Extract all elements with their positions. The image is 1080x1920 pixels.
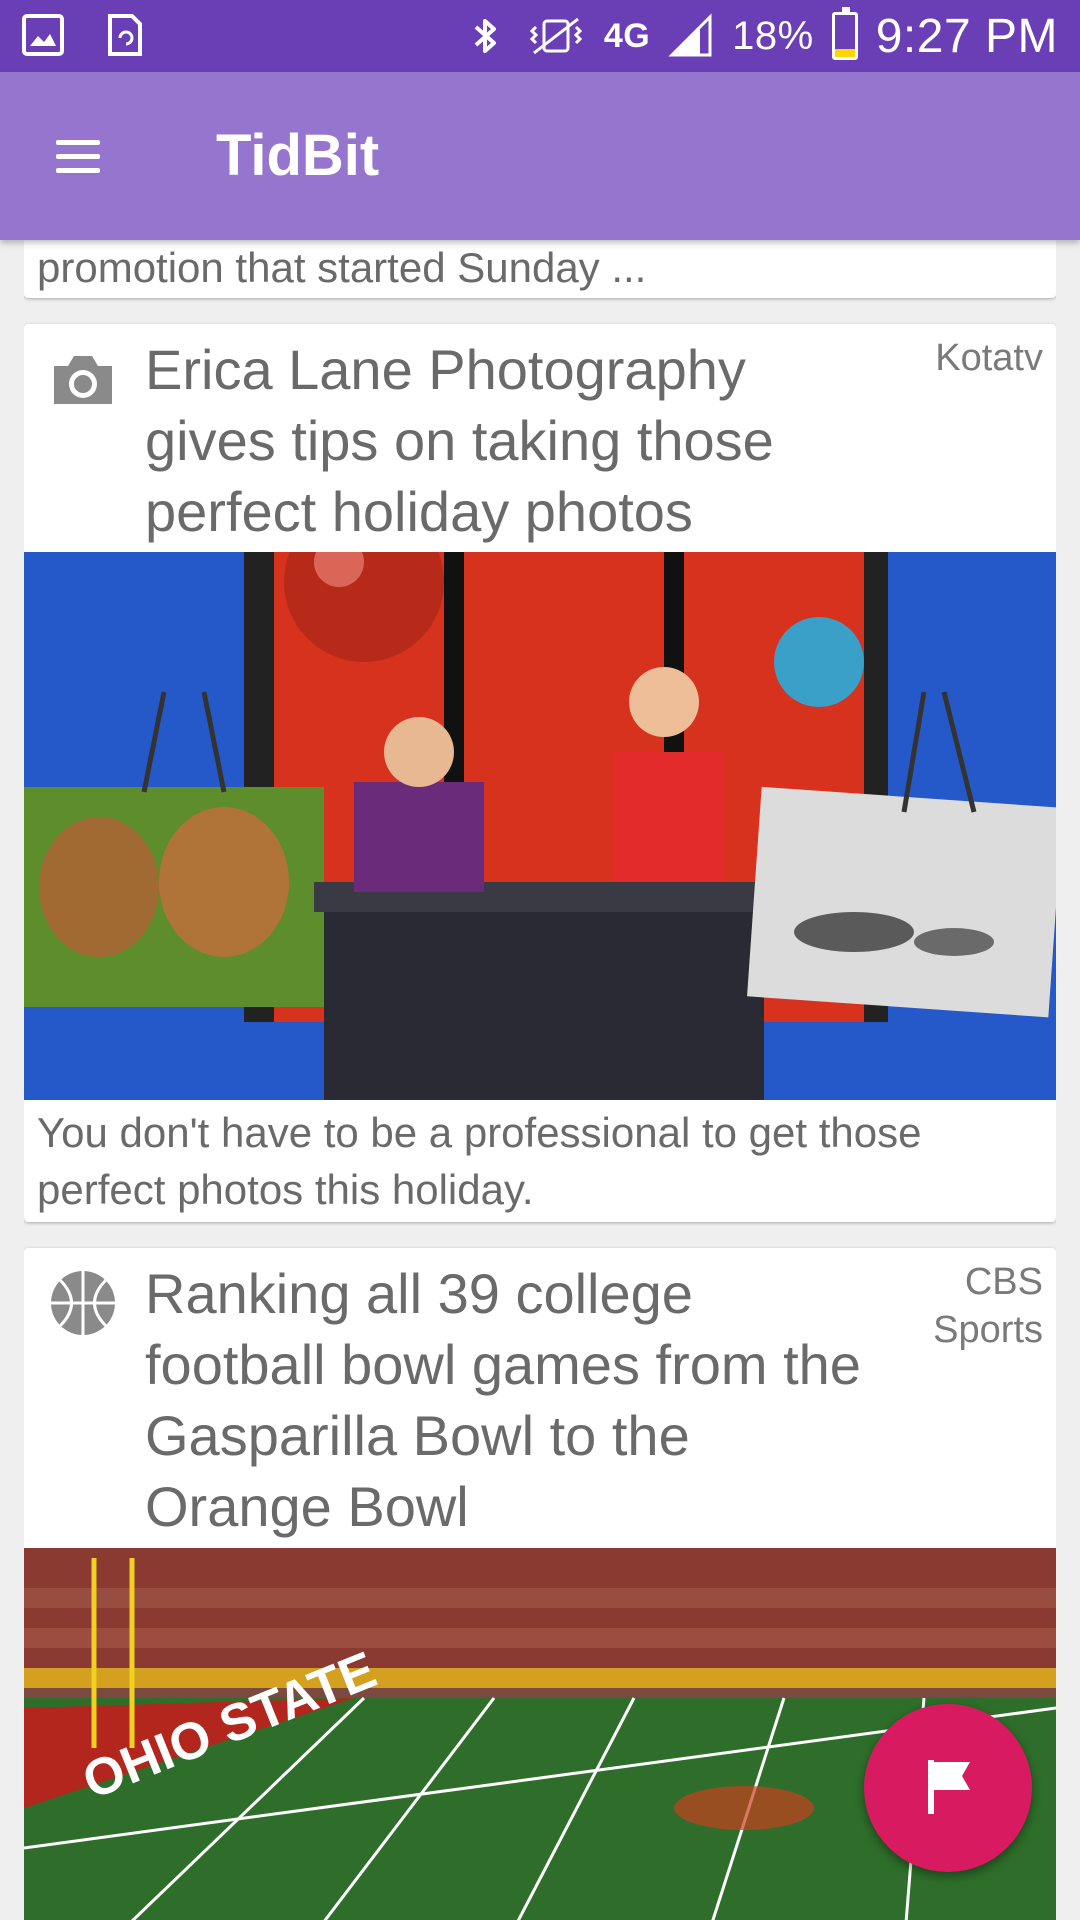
- card-summary: You don't have to be a professional to g…: [37, 1109, 922, 1213]
- news-card[interactable]: promotion that started Sunday ...: [24, 240, 1056, 298]
- battery-percent: 18%: [732, 13, 814, 58]
- gallery-icon: [22, 14, 64, 56]
- report-flag-button[interactable]: [864, 1704, 1032, 1872]
- card-headline[interactable]: Erica Lane Photography gives tips on tak…: [145, 334, 865, 547]
- card-header: Erica Lane Photography gives tips on tak…: [24, 324, 1056, 552]
- battery-icon: [831, 7, 858, 60]
- card-source: Kotatv: [935, 337, 1043, 379]
- clock: 9:27 PM: [875, 9, 1058, 63]
- vibrate-icon: [529, 17, 582, 55]
- screenshot-icon: [108, 14, 142, 56]
- hamburger-menu-icon[interactable]: [44, 124, 110, 186]
- flag-icon: [928, 1760, 970, 1814]
- signal-icon: [668, 13, 712, 57]
- app-title: TidBit: [216, 123, 380, 188]
- news-card[interactable]: Erica Lane Photography gives tips on tak…: [24, 324, 1056, 1222]
- status-left-icons: [20, 12, 148, 58]
- news-feed[interactable]: promotion that started Sunday ... Erica …: [24, 240, 1056, 1920]
- battery-level-fill: [834, 49, 855, 57]
- status-bar: 4G 18% 9:27 PM: [0, 0, 1080, 72]
- app-bar: TidBit: [0, 72, 1080, 240]
- card-source: CBS Sports: [933, 1261, 1043, 1351]
- card-headline[interactable]: Ranking all 39 college football bowl gam…: [145, 1258, 865, 1542]
- status-right-icons: 4G 18% 9:27 PM: [462, 0, 1058, 72]
- sports-ball-icon: [51, 1271, 115, 1335]
- bluetooth-icon: [474, 19, 496, 53]
- network-type: 4G: [603, 16, 651, 55]
- tv-studio-photo[interactable]: [24, 552, 1056, 1100]
- card-header: Ranking all 39 college football bowl gam…: [24, 1248, 1056, 1548]
- camera-icon: [54, 356, 112, 404]
- card-summary: promotion that started Sunday ...: [37, 244, 647, 291]
